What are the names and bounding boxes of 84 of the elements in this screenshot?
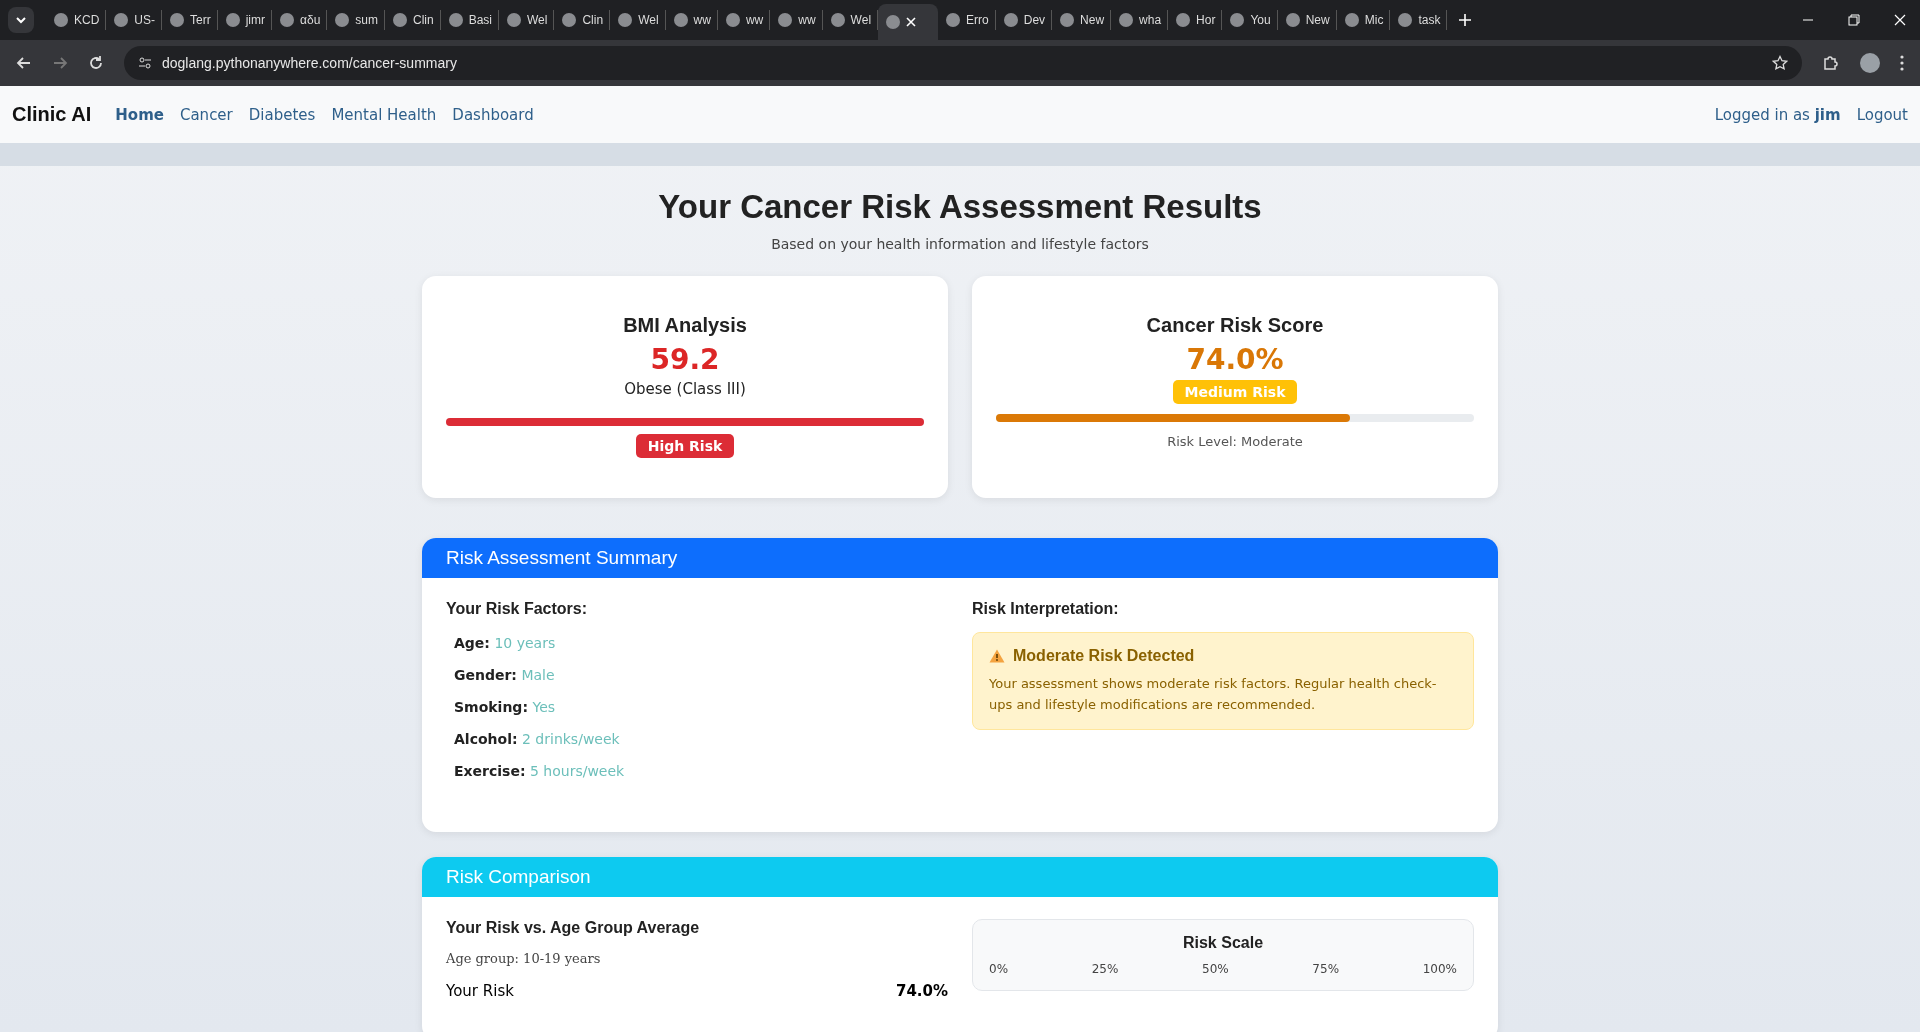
factor-value: 10 years: [494, 635, 556, 651]
browser-tab[interactable]: Mic: [1336, 10, 1391, 30]
browser-tab[interactable]: Terr: [162, 10, 218, 30]
risk-badge: Medium Risk: [1172, 380, 1298, 404]
avatar-icon[interactable]: [1860, 53, 1880, 73]
factor-label: Alcohol:: [454, 731, 518, 747]
scale-label: 25%: [1091, 962, 1119, 976]
browser-tab[interactable]: Dev: [995, 10, 1053, 30]
close-icon[interactable]: [906, 17, 917, 27]
risk-badge: High Risk: [635, 434, 735, 458]
browser-tab[interactable]: ww: [770, 10, 823, 30]
logged-in-text: Logged in as jim: [1714, 105, 1841, 124]
browser-tab[interactable]: ww: [717, 10, 771, 30]
new-tab-icon[interactable]: [1459, 14, 1472, 26]
browser-tab[interactable]: Hor: [1168, 10, 1223, 30]
nav-link[interactable]: Mental Health: [331, 105, 437, 124]
factor-value: Male: [521, 667, 555, 683]
browser-tab[interactable]: KCD: [46, 10, 107, 30]
browser-tab[interactable]: ww: [665, 10, 718, 30]
page-title: Your Cancer Risk Assessment Results: [657, 188, 1263, 226]
browser-tab[interactable]: Clin: [385, 10, 441, 30]
browser-tab[interactable]: Clin: [554, 10, 611, 30]
factor-value: Yes: [532, 699, 556, 715]
scale-label: 50%: [1202, 962, 1229, 976]
section-heading: Your Risk vs. Age Group Average: [446, 919, 701, 937]
back-arrow-icon[interactable]: [16, 55, 32, 71]
chevron-down-icon: [15, 14, 27, 26]
panel-header: Risk Assessment Summary: [422, 538, 1498, 578]
panel-header: Risk Comparison: [422, 857, 1498, 897]
scale-label: 100%: [1422, 962, 1457, 976]
address-field[interactable]: doglang.pythonanywhere.com/cancer-summary: [124, 46, 1802, 80]
risk-scale-title: Risk Scale: [1181, 934, 1265, 952]
browser-tab[interactable]: jimr: [217, 10, 272, 30]
browser-tab[interactable]: sum: [327, 10, 385, 30]
browser-tab[interactable]: [878, 4, 939, 40]
factor-value: 2 drinks/week: [522, 731, 620, 747]
site-settings-icon[interactable]: [138, 56, 152, 70]
browser-tab[interactable]: New: [1052, 10, 1112, 30]
bmi-category: Obese (Class III): [624, 380, 746, 398]
browser-tab[interactable]: You: [1222, 10, 1278, 30]
browser-tab[interactable]: Wel: [610, 10, 666, 30]
browser-tab[interactable]: Erro: [938, 10, 996, 30]
close-icon[interactable]: [1894, 14, 1906, 26]
browser-tab[interactable]: wha: [1111, 10, 1169, 30]
age-group-text: Age group: 10-19 years: [446, 951, 602, 966]
page-subtitle: Based on your health information and lifestyle factors: [770, 236, 1150, 252]
nav-link[interactable]: Diabetes: [248, 105, 316, 124]
puzzle-icon[interactable]: [1822, 54, 1840, 72]
your-risk-value: 74.0%: [895, 982, 948, 1000]
nav-link[interactable]: Home: [115, 105, 164, 124]
section-heading: Your Risk Factors:: [446, 600, 589, 618]
warning-icon: [989, 649, 1005, 663]
menu-icon[interactable]: [1900, 55, 1904, 71]
browser-tab[interactable]: task: [1390, 10, 1448, 30]
card-title: Cancer Risk Score: [1146, 314, 1324, 337]
reload-icon[interactable]: [88, 55, 104, 71]
risk-level-caption: Risk Level: Moderate: [1167, 434, 1303, 449]
browser-tab[interactable]: Wel: [499, 10, 555, 30]
factor-label: Exercise:: [454, 763, 526, 779]
alert-text: Your assessment shows moderate risk factors. Regular health check-ups and lifestyle modifications are recommended.: [989, 675, 1438, 714]
factor-value: 5 hours/week: [530, 763, 625, 779]
nav-link[interactable]: Cancer: [179, 105, 233, 124]
card-title: BMI Analysis: [623, 314, 747, 337]
your-risk-label: Your Risk: [446, 982, 514, 1000]
factor-label: Smoking:: [454, 699, 528, 715]
nav-link[interactable]: Dashboard: [452, 105, 534, 124]
bmi-value: 59.2: [650, 343, 720, 376]
tab-search-button[interactable]: [8, 7, 34, 33]
logout-link[interactable]: Logout: [1856, 105, 1908, 124]
factor-label: Gender:: [454, 667, 517, 683]
star-icon[interactable]: [1772, 55, 1788, 71]
forward-arrow-icon[interactable]: [52, 55, 68, 71]
browser-tab[interactable]: New: [1277, 10, 1337, 30]
factor-label: Age:: [454, 635, 490, 651]
section-heading: Risk Interpretation:: [972, 600, 1120, 618]
brand-link[interactable]: Clinic AI: [12, 103, 92, 126]
browser-tab[interactable]: Basi: [440, 10, 499, 30]
browser-tab[interactable]: US-: [106, 10, 162, 30]
scale-label: 0%: [989, 962, 1009, 976]
risk-score-value: 74.0%: [1186, 343, 1284, 376]
restore-icon[interactable]: [1848, 14, 1860, 26]
alert-title: Moderate Risk Detected: [1013, 647, 1195, 665]
browser-tab[interactable]: αδu: [272, 10, 328, 30]
scale-label: 75%: [1312, 962, 1340, 976]
